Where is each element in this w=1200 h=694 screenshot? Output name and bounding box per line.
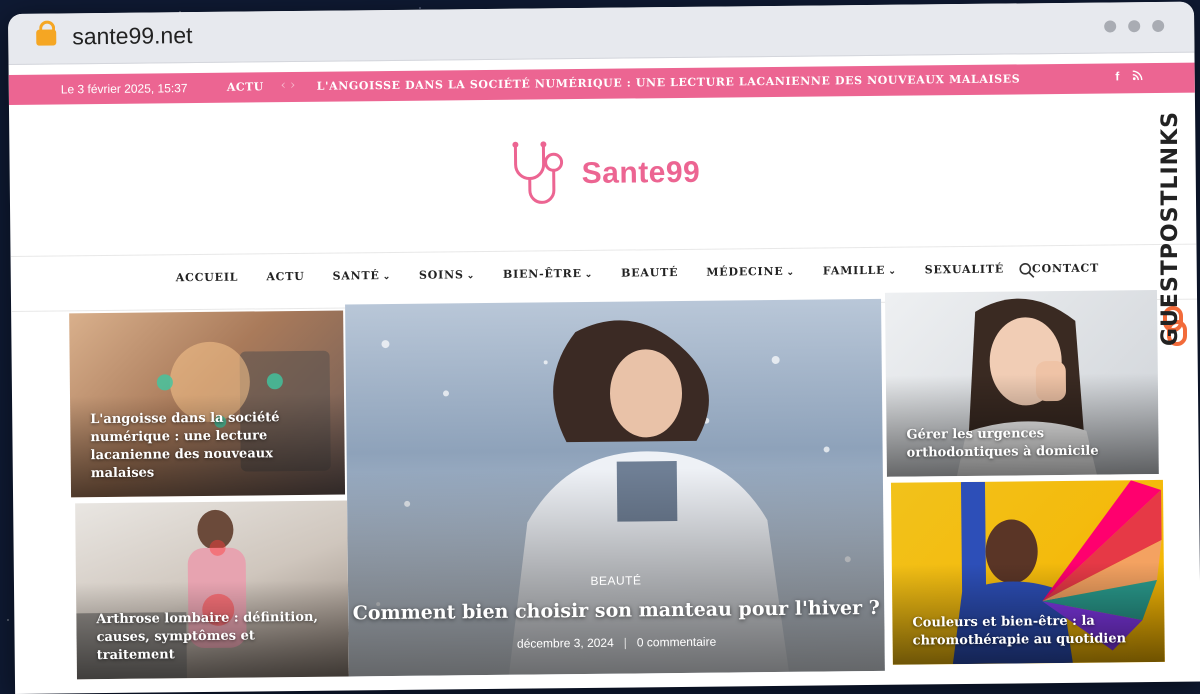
nav-item-beaute[interactable]: BEAUTÉ [621,266,678,280]
chevron-down-icon: ⌄ [382,272,392,283]
article-title[interactable]: Gérer les urgences orthodontiques à domi… [906,424,1144,462]
chevron-down-icon: ⌄ [786,267,795,278]
chevron-down-icon: ⌄ [466,271,476,282]
chevron-down-icon: ⌄ [584,269,594,280]
social-links: f [1115,69,1143,83]
window-dot-icon[interactable] [1128,20,1141,33]
watermark-text: GUESTPOSTLINKS [1158,111,1183,346]
nav-item-famille[interactable]: FAMILLE ⌄ [823,264,897,278]
facebook-icon[interactable]: f [1115,69,1119,83]
window-dot-icon[interactable] [1152,19,1165,33]
nav-item-actu[interactable]: ACTU [266,270,304,283]
guestpostlinks-watermark: GUESTPOSTLINKS [1156,56,1196,356]
browser-window: sante99.net Le 3 février 2025, 15:37 ACT… [8,1,1200,694]
ticker-category: ACTU [226,80,264,94]
article-card-arthrose[interactable]: Arthrose lombaire : définition, causes, … [75,500,349,680]
article-title[interactable]: L'angoisse dans la société numérique : u… [90,409,331,484]
nav-item-sexualite[interactable]: SEXUALITÉ [925,263,1004,277]
ticker-arrows: ‹ › [281,78,296,93]
nav-item-contact[interactable]: CONTACT [1032,262,1099,276]
meta-separator: | [623,635,627,650]
chevron-left-icon[interactable]: ‹ [281,78,286,93]
nav-item-soins[interactable]: SOINS ⌄ [419,268,476,282]
nav-item-accueil[interactable]: ACCUEIL [176,271,239,285]
site-logo[interactable]: Sante99 [509,137,700,211]
nav-item-sante[interactable]: SANTÉ ⌄ [332,269,392,283]
rss-icon[interactable] [1132,69,1143,83]
url-text[interactable]: sante99.net [72,22,192,50]
article-title[interactable]: Arthrose lombaire : définition, causes, … [96,609,335,665]
current-date: Le 3 février 2025, 15:37 [60,81,188,97]
article-card-orthodontie[interactable]: Gérer les urgences orthodontiques à domi… [884,289,1159,477]
article-title[interactable]: Couleurs et bien-être : la chromothérapi… [912,612,1150,650]
nav-item-medecine[interactable]: MÉDECINE ⌄ [706,265,795,279]
comment-count[interactable]: 0 commentaire [637,635,717,650]
lock-icon [36,29,57,46]
window-dot-icon[interactable] [1104,20,1117,33]
nav-item-bien-etre[interactable]: BIEN-ÊTRE ⌄ [503,267,593,281]
chevron-down-icon: ⌄ [888,266,897,277]
article-card-chromotherapie[interactable]: Couleurs et bien-être : la chromothérapi… [890,479,1165,665]
logo-text: Sante99 [581,155,701,191]
ticker-headline[interactable]: L'ANGOISSE DANS LA SOCIÉTÉ NUMÉRIQUE : U… [317,72,1021,92]
article-card-angoisse[interactable]: L'angoisse dans la société numérique : u… [69,310,346,498]
chevron-right-icon[interactable]: › [290,78,295,93]
article-date: décembre 3, 2024 [516,635,614,651]
stethoscope-icon [512,141,564,204]
window-controls [1104,19,1165,33]
top-bar: Le 3 février 2025, 15:37 ACTU ‹ › L'ANGO… [8,62,1195,105]
featured-article-card[interactable]: BEAUTÉ Comment bien choisir son manteau … [345,298,885,677]
search-icon[interactable] [1019,262,1035,278]
